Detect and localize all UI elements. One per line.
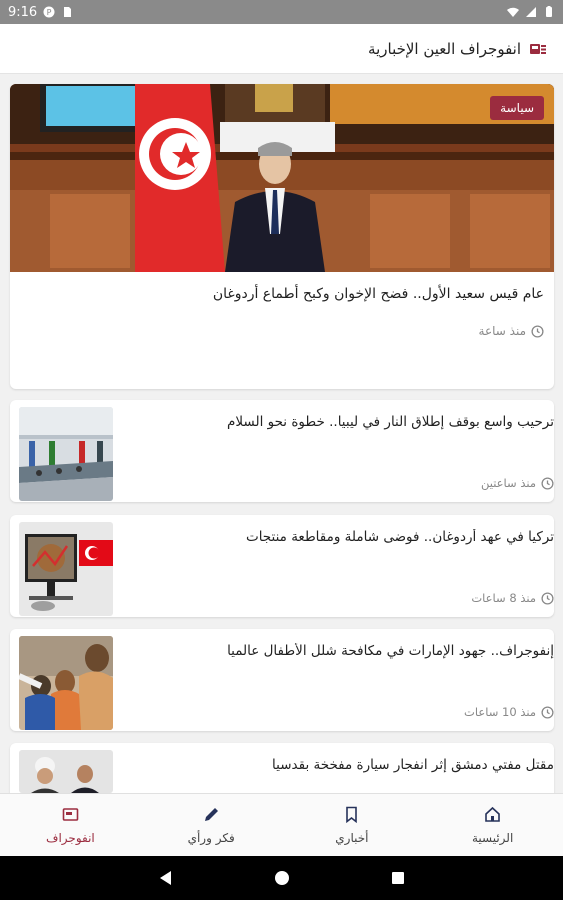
app-bar: انفوجراف العين الإخبارية [0, 24, 563, 74]
time-label: منذ 10 ساعات [464, 705, 536, 719]
signal-icon [526, 7, 536, 17]
article-title[interactable]: تركيا في عهد أردوغان.. فوضى شاملة ومقاطع… [124, 529, 554, 545]
nav-my-news[interactable]: أخباري [282, 794, 423, 856]
pencil-icon [204, 807, 218, 821]
app-title: انفوجراف العين الإخبارية [368, 39, 521, 58]
nav-my-news-label: أخباري [335, 830, 369, 845]
status-bar: 9:16 P [0, 0, 563, 24]
nav-opinion[interactable]: فكر ورأي [141, 794, 282, 856]
article-thumbnail [19, 750, 113, 793]
clock-icon [541, 591, 554, 605]
featured-article-image [10, 84, 554, 272]
recents-icon[interactable] [390, 870, 406, 886]
clock-icon [541, 476, 554, 490]
article-list-item[interactable]: تركيا في عهد أردوغان.. فوضى شاملة ومقاطع… [10, 515, 554, 617]
nav-infographic[interactable]: انفوجراف [0, 794, 141, 856]
article-title[interactable]: إنفوجراف.. جهود الإمارات في مكافحة شلل ا… [124, 643, 554, 659]
infographic-logo-icon[interactable] [529, 40, 547, 58]
system-navigation-bar [0, 856, 563, 900]
featured-article-title[interactable]: عام قيس سعيد الأول.. فضح الإخوان وكبح أط… [24, 286, 544, 302]
back-icon[interactable] [158, 870, 174, 886]
bottom-navigation: انفوجراف فكر ورأي أخباري الرئيسية [0, 793, 563, 856]
app-notification-icon: P [43, 6, 55, 18]
article-list-item[interactable]: إنفوجراف.. جهود الإمارات في مكافحة شلل ا… [10, 629, 554, 731]
article-time: منذ 8 ساعات [471, 591, 554, 605]
sd-card-icon [64, 7, 72, 17]
featured-article-time: منذ ساعة [479, 324, 544, 338]
bookmark-icon [346, 806, 358, 823]
status-time: 9:16 [8, 4, 38, 20]
time-label: منذ 8 ساعات [471, 591, 536, 605]
article-title[interactable]: مقتل مفتي دمشق إثر انفجار سيارة مفخخة بق… [124, 757, 554, 773]
home-circle-icon[interactable] [274, 870, 290, 886]
nav-opinion-label: فكر ورأي [187, 830, 235, 845]
article-thumbnail [19, 522, 113, 616]
news-feed: سياسة عام قيس سعيد الأول.. فضح الإخوان و… [10, 84, 554, 793]
article-list-item[interactable]: ترحيب واسع بوقف إطلاق النار في ليبيا.. خ… [10, 400, 554, 502]
nav-infographic-label: انفوجراف [46, 830, 95, 845]
article-title[interactable]: ترحيب واسع بوقف إطلاق النار في ليبيا.. خ… [124, 414, 554, 430]
category-badge[interactable]: سياسة [490, 96, 544, 120]
time-label: منذ ساعتين [480, 476, 536, 490]
infographic-icon [62, 807, 79, 821]
article-list-item[interactable]: مقتل مفتي دمشق إثر انفجار سيارة مفخخة بق… [10, 743, 554, 793]
article-time: منذ 10 ساعات [464, 705, 554, 719]
wifi-icon [507, 7, 519, 17]
clock-icon [541, 705, 554, 719]
nav-home-label: الرئيسية [471, 830, 514, 845]
nav-home[interactable]: الرئيسية [422, 794, 563, 856]
article-thumbnail [19, 407, 113, 501]
article-thumbnail [19, 636, 113, 730]
battery-icon [546, 6, 552, 17]
home-icon [485, 806, 500, 822]
clock-icon [531, 324, 544, 338]
time-label: منذ ساعة [478, 324, 526, 338]
article-time: منذ ساعتين [481, 476, 554, 490]
featured-article-card[interactable]: سياسة عام قيس سعيد الأول.. فضح الإخوان و… [10, 84, 554, 389]
svg-text:P: P [47, 8, 52, 17]
